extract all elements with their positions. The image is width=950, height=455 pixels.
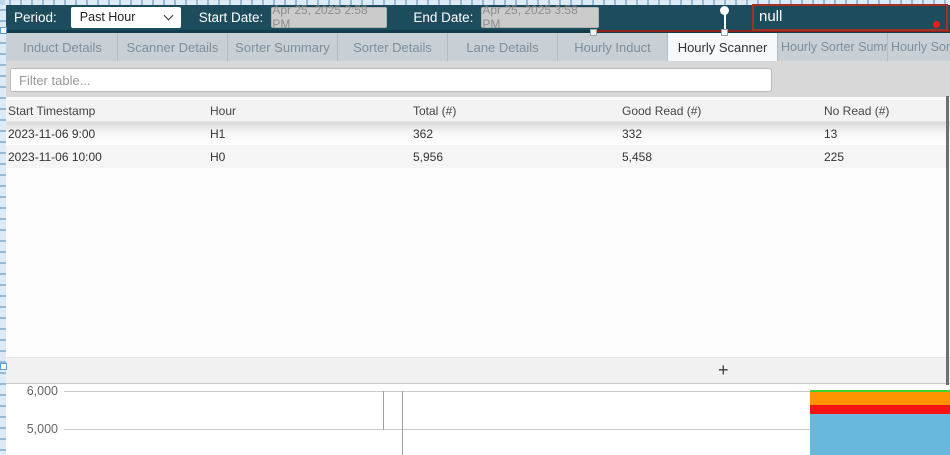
filter-bar [6,61,950,97]
start-date-label: Start Date: [199,10,264,25]
inspect-null-text: null [754,6,946,28]
table-scrollbar[interactable] [946,96,949,385]
table-header-row: Start Timestamp Hour Total (#) Good Read… [6,100,950,122]
panel-divider-strip: + [6,357,950,384]
anchor-square-handle[interactable] [721,29,728,36]
period-label: Period: [14,10,57,25]
selection-handle[interactable] [0,363,7,370]
table-cell: 362 [413,127,622,141]
start-date-input[interactable]: Apr 25, 2025 2:58 PM [271,7,387,28]
column-header-start-timestamp[interactable]: Start Timestamp [8,104,210,118]
tab-induct-details[interactable]: Induct Details [8,33,118,61]
chevron-down-icon [163,10,173,20]
period-select-value: Past Hour [80,10,136,24]
anchor-stem [724,13,726,30]
tab-lane-details[interactable]: Lane Details [448,33,558,61]
table-cell: 5,458 [622,150,824,164]
tab-scanner-details[interactable]: Scanner Details [118,33,228,61]
bar-segment-orange [810,392,950,405]
app-canvas: Period: Past Hour Start Date: Apr 25, 20… [0,0,950,455]
end-date-input[interactable]: Apr 25, 2025 3:58 PM [481,7,599,28]
tab-sorter-details[interactable]: Sorter Details [338,33,448,61]
start-date-value: Apr 25, 2025 2:58 PM [272,3,386,31]
inspect-highlight-rect: null [752,4,948,31]
tab-hourly-induct[interactable]: Hourly Induct [558,33,668,61]
category-gridline-b [402,391,403,455]
tab-sorter-summary[interactable]: Sorter Summary [228,33,338,61]
tab-hourly-scanner[interactable]: Hourly Scanner [668,33,778,61]
chart-y-tick-6000: 6,000 [8,384,58,398]
anchor-circle-handle[interactable] [720,6,729,15]
table-panel: Start Timestamp Hour Total (#) Good Read… [6,97,950,357]
table-cell: 225 [824,150,950,164]
table-row[interactable]: 2023-11-06 9:00 H1 362 332 13 [6,122,950,145]
table-cell: H1 [210,127,413,141]
add-button[interactable]: + [718,360,729,380]
table-cell: 13 [824,127,950,141]
ruler-left [0,0,6,455]
filter-input[interactable] [10,68,772,92]
table-cell: 332 [622,127,824,141]
edge-midpoint-handle[interactable] [590,29,597,36]
column-header-good-read[interactable]: Good Read (#) [622,104,824,118]
ruler-corner [0,0,5,5]
table-row[interactable]: 2023-11-06 10:00 H0 5,956 5,458 225 [6,145,950,168]
column-header-total[interactable]: Total (#) [413,104,622,118]
tab-hourly-sorter-details[interactable]: Hourly Sort [888,33,950,61]
column-header-hour[interactable]: Hour [210,104,413,118]
end-date-label: End Date: [413,10,473,25]
tab-bar: Induct Details Scanner Details Sorter Su… [6,33,950,61]
column-header-no-read[interactable]: No Read (#) [824,104,950,118]
table-cell: 5,956 [413,150,622,164]
bar-segment-red [810,405,950,414]
table-cell: 2023-11-06 10:00 [8,150,210,164]
category-gridline-a [383,391,384,430]
hourly-scanner-chart: 6,000 5,000 [6,384,950,455]
end-date-value: Apr 25, 2025 3:58 PM [482,3,598,31]
period-select[interactable]: Past Hour [71,7,181,28]
tab-hourly-sorter-summary[interactable]: Hourly Sorter Summar [778,33,888,61]
bar-segment-blue [810,414,950,455]
chart-y-tick-5000: 5,000 [8,422,58,436]
table-cell: H0 [210,150,413,164]
selection-handle[interactable] [0,27,7,34]
table-cell: 2023-11-06 9:00 [8,127,210,141]
record-dot-icon [933,21,940,28]
stacked-bar-h0[interactable] [810,390,950,455]
